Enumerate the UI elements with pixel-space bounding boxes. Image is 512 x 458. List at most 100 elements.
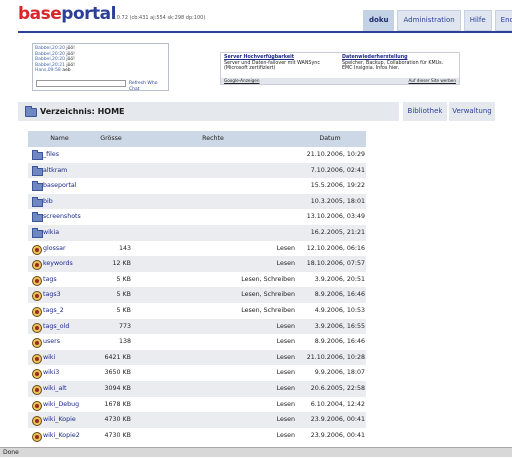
date-cell: 6.10.2004, 12:42 xyxy=(310,400,365,408)
file-table: Name Grösse Rechte Datum _files 21.10.200… xyxy=(28,131,366,443)
name-cell: tags_old xyxy=(28,319,91,335)
ads-footer: Google-Anzeigen Auf dieser Site werben xyxy=(221,78,459,84)
date-cell: 3.9.2006, 16:55 xyxy=(314,322,365,330)
chat-line-text: jöö! xyxy=(66,62,75,68)
table-row: baseportal 15.5.2006, 19:22 xyxy=(28,178,366,194)
table-body: _files 21.10.2006, 10:29 altkram 7.10.2006,… xyxy=(28,147,366,443)
date-cell: 10.3.2005, 18:01 xyxy=(310,197,365,205)
name-cell: users xyxy=(28,334,91,350)
nav-tab-help[interactable]: Hilfe xyxy=(463,10,492,31)
rights-cell: Lesen xyxy=(276,244,295,252)
table-row: altkram 7.10.2006, 02:41 xyxy=(28,162,366,179)
library-button[interactable]: Bibliothek xyxy=(403,102,447,121)
rights-cell: Lesen, Schreiben xyxy=(241,275,295,283)
rights-cell: Lesen xyxy=(276,353,295,361)
date-cell: 9.9.2006, 18:07 xyxy=(314,369,365,377)
date-cell: 23.9.2006, 00:41 xyxy=(310,416,365,424)
date-cell: 21.10.2006, 10:28 xyxy=(306,353,365,361)
folder-icon xyxy=(32,212,43,223)
nav-tab-administration[interactable]: Administration xyxy=(397,10,461,31)
size-cell: 3094 KB xyxy=(104,384,131,392)
rights-cell: Lesen xyxy=(276,369,295,377)
rights-cell: Lesen, Schreiben xyxy=(241,291,295,299)
file-icon xyxy=(32,306,42,317)
chat-line-time: Hans,09:58 xyxy=(35,68,61,73)
nav-tab-end[interactable]: Ende xyxy=(494,10,512,31)
directory-title-bar: Verzeichnis: HOME xyxy=(18,102,399,121)
chat-line: Hans,09:58 aeb xyxy=(35,68,166,74)
name-cell: bib xyxy=(28,194,91,210)
ad-2[interactable]: Datenwiederherstellung Speicher, Backup,… xyxy=(342,55,454,72)
chat-input[interactable] xyxy=(36,80,126,87)
size-cell: 138 xyxy=(118,338,131,346)
version-info: 3.0.72 (cb:431 aj:554 sk:298 dp:100) xyxy=(112,15,206,21)
file-icon xyxy=(32,244,42,255)
column-header-name[interactable]: Name xyxy=(28,131,91,147)
size-cell: 4730 KB xyxy=(104,416,131,424)
advertise-link[interactable]: Auf dieser Site werben xyxy=(408,78,456,84)
nav-tab-doku[interactable]: doku xyxy=(363,10,395,31)
rights-cell: Lesen xyxy=(276,322,295,330)
file-icon xyxy=(32,260,42,271)
name-cell: glossar xyxy=(28,241,91,257)
name-cell: tags3 xyxy=(28,287,91,303)
rights-cell: Lesen, Schreiben xyxy=(241,306,295,314)
table-row: tags_old 773 Lesen 3.9.2006, 16:55 xyxy=(28,318,366,335)
date-cell: 20.6.2005, 22:58 xyxy=(310,384,365,392)
chat-line-time: Babbel,20:21 xyxy=(35,62,65,68)
file-icon xyxy=(32,400,42,411)
file-icon xyxy=(32,416,42,427)
size-cell: 5 KB xyxy=(116,275,131,283)
header-divider xyxy=(18,31,512,33)
chat-line-text: aeb xyxy=(62,68,71,73)
date-cell: 3.9.2006, 20:51 xyxy=(314,275,365,283)
folder-icon xyxy=(32,181,43,192)
name-cell: tags_2 xyxy=(28,303,91,319)
chat-line-time: Babbel,20:20 xyxy=(35,51,65,57)
column-header-date[interactable]: Datum xyxy=(295,131,365,147)
size-cell: 1678 KB xyxy=(104,400,131,408)
rights-cell: Lesen xyxy=(276,260,295,268)
name-cell: screenshots xyxy=(28,209,91,225)
google-ads-box: Server Hochverfügbarkeit Server und Date… xyxy=(220,52,460,85)
rights-cell: Lesen xyxy=(276,431,295,439)
folder-icon xyxy=(32,196,43,207)
file-icon xyxy=(32,431,42,442)
file-icon xyxy=(32,353,42,364)
logo-portal: portal xyxy=(61,4,116,24)
table-row: wikia 16.2.2005, 21:21 xyxy=(28,224,366,241)
admin-button[interactable]: Verwaltung xyxy=(449,102,495,121)
chat-line-text: jöö! xyxy=(66,57,75,62)
size-cell: 6421 KB xyxy=(104,353,131,361)
date-cell: 16.2.2005, 21:21 xyxy=(310,228,365,236)
logo-base: base xyxy=(18,4,62,24)
name-cell: keywords xyxy=(28,256,91,272)
size-cell: 3650 KB xyxy=(104,369,131,377)
file-icon xyxy=(32,369,42,380)
name-cell: wiki_alt xyxy=(28,381,91,397)
chat-box: Babbel,20:20 jöö! Babbel,20:20 jöö! Babb… xyxy=(32,43,169,92)
name-cell: wiki_Debug xyxy=(28,397,91,413)
ad-1[interactable]: Server Hochverfügbarkeit Server und Date… xyxy=(224,55,336,72)
file-icon xyxy=(32,384,42,395)
table-row: bib 10.3.2005, 18:01 xyxy=(28,193,366,210)
date-cell: 8.9.2006, 16:46 xyxy=(314,291,365,299)
folder-icon xyxy=(25,106,37,117)
rights-cell: Lesen xyxy=(276,416,295,424)
rights-cell: Lesen xyxy=(276,400,295,408)
name-cell: _files xyxy=(28,147,91,163)
chat-line-text: jöö! xyxy=(66,46,75,51)
baseportal-logo[interactable]: baseportal xyxy=(18,4,116,24)
name-cell: wiki_Kopie xyxy=(28,412,91,428)
file-icon xyxy=(32,275,42,286)
ad-2-text: Speicher, Backup, Collaboration für KMUs… xyxy=(342,60,444,72)
google-ads-link[interactable]: Google-Anzeigen xyxy=(224,78,260,84)
refresh-chat-link[interactable]: Refresh Who Chat xyxy=(129,81,168,92)
date-cell: 23.9.2006, 00:41 xyxy=(310,431,365,439)
column-header-rights[interactable]: Rechte xyxy=(131,131,295,147)
table-row: _files 21.10.2006, 10:29 xyxy=(28,147,366,163)
column-header-size[interactable]: Grösse xyxy=(91,131,131,147)
date-cell: 7.10.2006, 02:41 xyxy=(310,166,365,174)
table-row: glossar 143 Lesen 12.10.2006, 06:16 xyxy=(28,241,366,257)
date-cell: 12.10.2006, 06:16 xyxy=(306,244,365,252)
